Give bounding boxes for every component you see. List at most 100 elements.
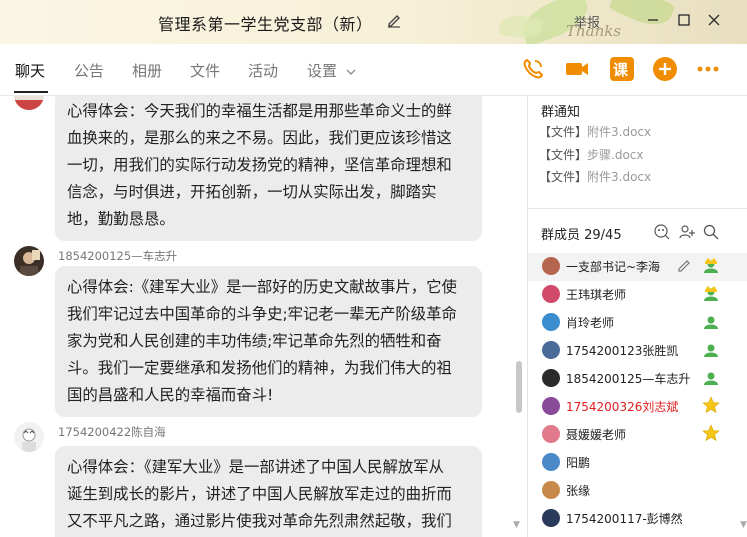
message-line: 心得体会：《建军大业》是一部讲述了中国人民解放军从: [67, 458, 445, 476]
message-bubble: 心得体会:《建军大业》是一部好的历史文献故事片，它使 我们牢记过去中国革命的斗争…: [55, 266, 482, 417]
message-bubble: 心得体会：《建军大业》是一部讲述了中国人民解放军从 诞生到成长的影片，讲述了中国…: [55, 446, 482, 537]
close-icon[interactable]: [703, 9, 725, 31]
member-name: 1854200125—车志升: [566, 372, 691, 386]
message-line: 一切，用我们的实际行动发扬党的精神，坚信革命理想和: [67, 156, 452, 174]
chevron-down-icon: [346, 69, 356, 75]
message-line: 心得体会：今天我们的幸福生活都是用那些革命义士的鲜: [67, 102, 452, 120]
scroll-down-icon[interactable]: ▼: [740, 520, 747, 530]
edit-title-icon[interactable]: [386, 12, 402, 32]
member-search-mode-icon[interactable]: [654, 224, 670, 240]
report-button[interactable]: 举报: [574, 12, 600, 31]
avatar[interactable]: [14, 246, 44, 276]
member-item[interactable]: 阳鹏: [528, 449, 747, 477]
file-tag: 【文件】: [539, 125, 588, 139]
member-avatar[interactable]: [542, 285, 560, 303]
add-member-icon[interactable]: [679, 224, 695, 240]
class-icon[interactable]: 课: [609, 56, 635, 82]
avatar[interactable]: [14, 422, 44, 452]
member-item[interactable]: 聂媛媛老师: [528, 421, 747, 449]
tab-announcement[interactable]: 公告: [74, 60, 104, 81]
more-icon[interactable]: [695, 56, 721, 82]
message-bubble: 心得体会：今天我们的幸福生活都是用那些革命义士的鲜 血换来的，是那么的来之不易。…: [55, 96, 482, 241]
member-icon: [702, 340, 720, 358]
member-name: 阳鹏: [566, 456, 591, 470]
tab-album[interactable]: 相册: [132, 60, 162, 81]
class-label: 课: [613, 61, 629, 79]
tab-chat[interactable]: 聊天: [15, 60, 45, 81]
file-name: 附件3.docx: [587, 125, 652, 139]
active-tab-underline: [14, 91, 48, 93]
edit-icon[interactable]: [677, 258, 692, 273]
message-line: 地，勤勤恳恳。: [67, 210, 175, 228]
admin-icon: [702, 284, 720, 302]
message-sender[interactable]: 1854200125—车志升: [58, 248, 177, 264]
member-avatar[interactable]: [542, 341, 560, 359]
minimize-icon[interactable]: [642, 9, 664, 31]
member-avatar[interactable]: [542, 313, 560, 331]
file-tag: 【文件】: [539, 148, 588, 162]
title-bar: Thanks 管理系第一学生党支部（新） 举报: [0, 0, 747, 47]
member-item[interactable]: 1754200123张胜凯: [528, 337, 747, 365]
member-avatar[interactable]: [542, 481, 560, 499]
group-side-panel: 群通知 【文件】附件3.docx 【文件】步骤.docx 【文件】附件3.doc…: [528, 96, 747, 537]
file-name: 附件3.docx: [587, 170, 652, 184]
member-name: 1754200326刘志斌: [566, 400, 679, 414]
message-line: 国的昌盛和人民的幸福而奋斗!: [67, 386, 274, 404]
member-item[interactable]: 张缘: [528, 477, 747, 505]
message-line: 我们牢记过去中国革命的斗争史;牢记老一辈无产阶级革命: [67, 305, 457, 323]
member-name: 1754200123张胜凯: [566, 344, 679, 358]
notice-file-item[interactable]: 【文件】附件3.docx: [539, 168, 651, 185]
member-item[interactable]: 1854200125—车志升: [528, 365, 747, 393]
message-line: 诞生到成长的影片，讲述了中国人民解放军走过的曲折而: [67, 485, 452, 503]
notice-file-item[interactable]: 【文件】附件3.docx: [539, 123, 651, 140]
notice-file-item[interactable]: 【文件】步骤.docx: [539, 146, 644, 163]
member-icon: [702, 368, 720, 386]
maximize-icon[interactable]: [673, 9, 695, 31]
star-icon: [702, 424, 720, 442]
tab-activity[interactable]: 活动: [248, 60, 278, 81]
member-avatar[interactable]: [542, 397, 560, 415]
member-item[interactable]: 1754200117-彭博然: [528, 505, 747, 533]
member-item[interactable]: 一支部书记~李海: [528, 253, 747, 281]
owner-icon: [702, 256, 720, 274]
phone-icon[interactable]: [520, 56, 546, 82]
avatar[interactable]: [14, 96, 44, 110]
member-name: 王玮琪老师: [566, 288, 627, 302]
member-name: 聂媛媛老师: [566, 428, 627, 442]
member-item[interactable]: 王玮琪老师: [528, 281, 747, 309]
member-avatar[interactable]: [542, 257, 560, 275]
search-icon[interactable]: [703, 224, 719, 240]
star-icon: [702, 396, 720, 414]
message-line: 又不平凡之路，通过影片使我对革命先烈肃然起敬，我们: [67, 512, 452, 530]
chat-scrollbar[interactable]: [516, 361, 522, 413]
file-name: 步骤.docx: [587, 148, 644, 162]
message-line: 心得体会:《建军大业》是一部好的历史文献故事片，它使: [67, 278, 457, 296]
member-icon: [702, 312, 720, 330]
member-item[interactable]: 肖玲老师: [528, 309, 747, 337]
member-name: 1754200117-彭博然: [566, 512, 683, 526]
member-avatar[interactable]: [542, 369, 560, 387]
message-line: 信念，与时俱进，开拓创新，一切从实际出发，脚踏实: [67, 183, 437, 201]
add-icon[interactable]: [652, 56, 678, 82]
tab-files[interactable]: 文件: [190, 60, 220, 81]
message-line: 家为党和人民创建的丰功伟绩;牢记革命先烈的牺牲和奋: [67, 332, 442, 350]
member-name: 张缘: [566, 484, 591, 498]
member-item[interactable]: 1754200326刘志斌: [528, 393, 747, 421]
member-name: 一支部书记~李海: [566, 260, 661, 274]
group-notice-title: 群通知: [541, 105, 581, 120]
section-divider: [528, 208, 747, 209]
message-sender[interactable]: 1754200422陈自海: [58, 424, 166, 440]
scroll-down-icon[interactable]: ▼: [513, 520, 520, 530]
tab-settings[interactable]: 设置: [307, 60, 356, 81]
member-avatar[interactable]: [542, 425, 560, 443]
member-avatar[interactable]: [542, 453, 560, 471]
message-line: 斗。我们一定要继承和发扬他们的精神，为我们伟大的祖: [67, 359, 452, 377]
member-avatar[interactable]: [542, 509, 560, 527]
window-title: 管理系第一学生党支部（新）: [158, 15, 373, 34]
members-title: 群成员 29/45: [541, 228, 622, 243]
member-name: 肖玲老师: [566, 316, 615, 330]
tab-settings-label: 设置: [307, 62, 338, 80]
tab-bar: 聊天 公告 相册 文件 活动 设置 课: [0, 44, 747, 96]
chat-area[interactable]: 心得体会：今天我们的幸福生活都是用那些革命义士的鲜 血换来的，是那么的来之不易。…: [0, 96, 527, 537]
video-icon[interactable]: [564, 56, 590, 82]
